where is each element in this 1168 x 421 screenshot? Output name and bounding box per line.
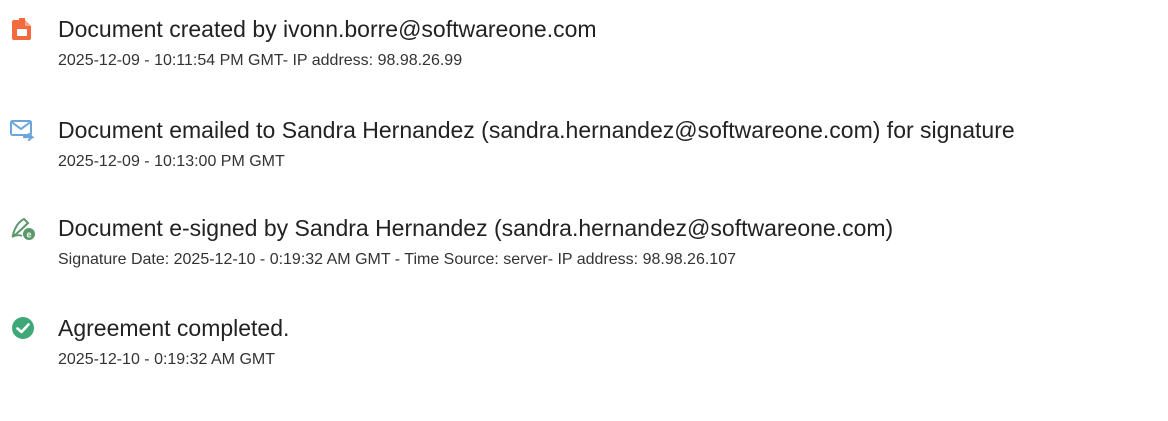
check-circle-icon — [10, 315, 36, 341]
pen-signature-icon: e — [10, 215, 36, 241]
event-detail: 2025-12-09 - 10:11:54 PM GMT- IP address… — [58, 52, 463, 69]
event-header: Document created by ivonn.borre@software… — [10, 12, 1165, 46]
event-detail: Signature Date: 2025-12-10 - 0:19:32 AM … — [58, 251, 736, 268]
audit-event-emailed: Document emailed to Sandra Hernandez (sa… — [10, 113, 1165, 171]
event-title: Document emailed to Sandra Hernandez (sa… — [58, 116, 1015, 143]
event-detail: 2025-12-09 - 10:13:00 PM GMT — [58, 153, 285, 170]
audit-event-signed: e Document e-signed by Sandra Hernandez … — [10, 211, 1165, 269]
audit-event-created: Document created by ivonn.borre@software… — [10, 12, 1165, 70]
audit-event-completed: Agreement completed. 2025-12-10 - 0:19:3… — [10, 311, 1165, 369]
event-title: Document created by ivonn.borre@software… — [58, 15, 597, 42]
event-header: Document emailed to Sandra Hernandez (sa… — [10, 113, 1165, 147]
event-header: Agreement completed. — [10, 311, 1165, 345]
event-header: e Document e-signed by Sandra Hernandez … — [10, 211, 1165, 245]
envelope-forward-icon — [10, 117, 36, 143]
event-title: Agreement completed. — [58, 314, 290, 341]
document-created-icon — [10, 16, 36, 42]
event-detail: 2025-12-10 - 0:19:32 AM GMT — [58, 351, 275, 368]
event-title: Document e-signed by Sandra Hernandez (s… — [58, 214, 894, 241]
svg-text:e: e — [26, 230, 31, 240]
